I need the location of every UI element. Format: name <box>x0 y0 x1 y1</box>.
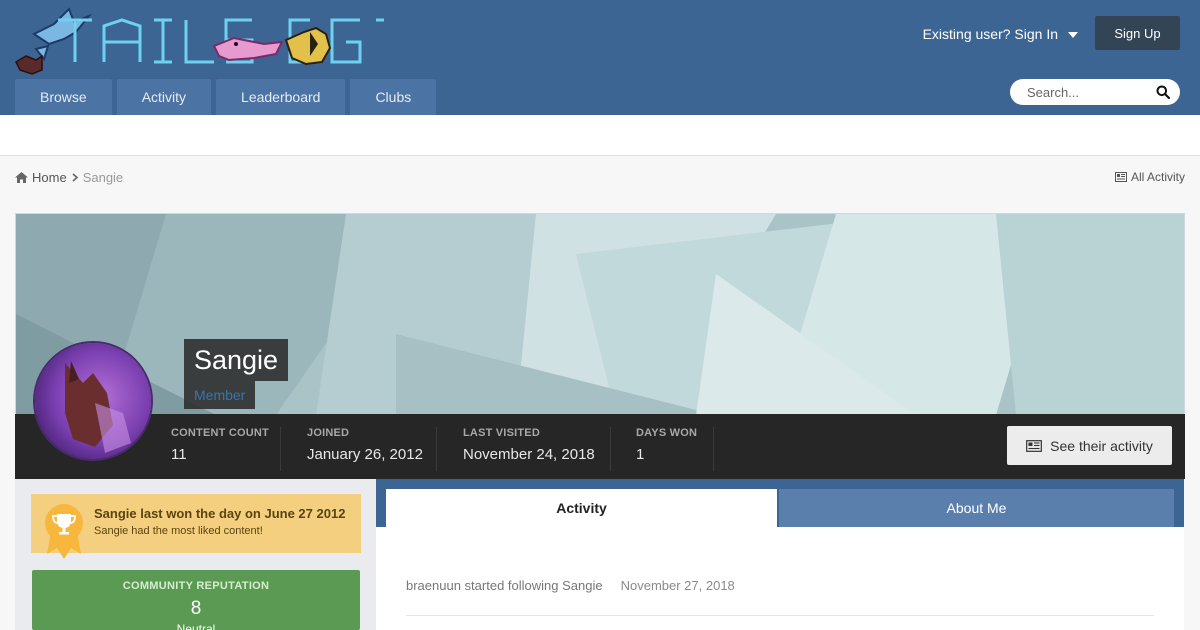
caret-down-icon <box>1068 32 1078 38</box>
sign-up-button[interactable]: Sign Up <box>1095 16 1180 50</box>
days-won-title: Sangie last won the day on June 27 2012 <box>94 506 346 521</box>
nav-tab-browse[interactable]: Browse <box>15 79 112 115</box>
tab-about-me[interactable]: About Me <box>779 489 1174 527</box>
search-placeholder: Search... <box>1027 84 1080 100</box>
stat-content-count: CONTENT COUNT 11 <box>171 427 281 471</box>
tab-activity-label: Activity <box>556 500 607 516</box>
pink-ferret-icon <box>212 36 284 62</box>
breadcrumb-home[interactable]: Home <box>32 170 67 185</box>
newspaper-icon <box>1026 439 1043 452</box>
dark-cat-icon <box>15 54 43 75</box>
tab-about-me-label: About Me <box>946 500 1007 516</box>
reputation-status: Neutral <box>176 622 216 630</box>
search-icon[interactable] <box>1156 85 1170 99</box>
nav-tab-label: Activity <box>141 89 187 105</box>
sign-up-label: Sign Up <box>1114 25 1161 41</box>
avatar[interactable] <box>33 341 153 461</box>
stat-days-won: DAYS WON 1 <box>636 427 714 471</box>
activity-text[interactable]: braenuun started following Sangie <box>406 578 603 593</box>
profile-name-text: Sangie <box>194 344 279 375</box>
profile-role-text: Member <box>194 387 246 403</box>
all-activity-link[interactable]: All Activity <box>1114 170 1185 184</box>
breadcrumb: Home Sangie <box>15 170 123 185</box>
days-won-subtitle: Sangie had the most liked content! <box>94 525 263 537</box>
see-activity-label: See their activity <box>1050 437 1153 454</box>
reputation-card: COMMUNITY REPUTATION 8 Neutral <box>32 570 360 630</box>
newspaper-icon <box>1114 172 1127 182</box>
blue-creature-icon <box>32 7 93 62</box>
sign-in-link[interactable]: Existing user? Sign In <box>923 26 1078 42</box>
tab-activity[interactable]: Activity <box>386 489 777 527</box>
nav-tab-label: Clubs <box>375 89 412 105</box>
avatar-image <box>35 343 151 459</box>
nav-tab-activity[interactable]: Activity <box>116 79 212 115</box>
sub-header-bar <box>0 115 1200 156</box>
stat-label: DAYS WON <box>636 427 698 439</box>
reputation-value: 8 <box>190 598 202 619</box>
nav-tab-leaderboard[interactable]: Leaderboard <box>216 79 346 115</box>
divider <box>406 615 1154 616</box>
reputation-label: COMMUNITY REPUTATION <box>122 580 270 592</box>
nav-tab-label: Leaderboard <box>241 89 321 105</box>
home-icon <box>15 172 28 183</box>
main-nav: Browse Activity Leaderboard Clubs <box>15 79 437 115</box>
sign-in-label: Existing user? Sign In <box>922 26 1058 42</box>
profile-role: Member <box>184 381 256 409</box>
stat-label: CONTENT COUNT <box>171 427 269 439</box>
stat-joined: JOINED January 26, 2012 <box>307 427 437 471</box>
stat-last-visited: LAST VISITED November 24, 2018 <box>463 427 611 471</box>
chevron-right-icon <box>72 173 78 182</box>
stat-label: JOINED <box>307 427 350 439</box>
nav-tab-clubs[interactable]: Clubs <box>350 79 437 115</box>
site-header: Existing user? Sign In Sign Up Browse Ac… <box>0 0 1200 115</box>
trophy-icon <box>45 504 83 559</box>
site-logo[interactable] <box>14 4 384 78</box>
stat-value: January 26, 2012 <box>307 446 423 463</box>
all-activity-label: All Activity <box>1130 170 1185 184</box>
search-input[interactable]: Search... <box>1010 79 1180 105</box>
breadcrumb-current: Sangie <box>82 170 124 185</box>
profile-name: Sangie <box>184 339 289 381</box>
activity-date: November 27, 2018 <box>620 578 735 593</box>
stat-value: 1 <box>636 446 645 463</box>
see-activity-button[interactable]: See their activity <box>1007 426 1172 465</box>
activity-feed-item: braenuun started following Sangie Novemb… <box>406 578 735 593</box>
yellow-dog-icon <box>284 26 332 66</box>
days-won-banner: Sangie last won the day on June 27 2012 … <box>31 494 361 559</box>
stat-label: LAST VISITED <box>463 427 540 439</box>
nav-tab-label: Browse <box>40 89 87 105</box>
stat-value: November 24, 2018 <box>463 446 595 463</box>
stat-value: 11 <box>171 446 187 463</box>
